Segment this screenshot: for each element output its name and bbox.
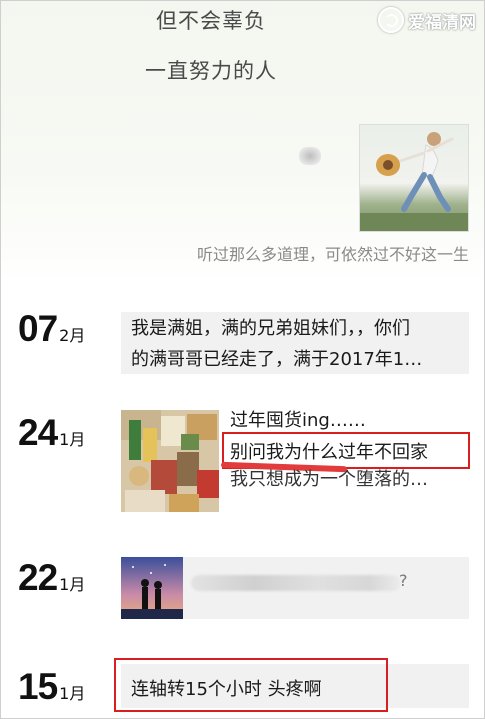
watermark-text: 爱福清网 <box>408 12 476 33</box>
cover-text-line-2: 一直努力的人 <box>145 59 277 83</box>
post-day: 24 <box>18 412 58 453</box>
post-text-bubble[interactable]: 我是满姐，满的兄弟姐妹们，，你们 的满哥哥已经走了，满于2017年1… <box>121 312 469 374</box>
post-month: 1月 <box>59 684 86 703</box>
blurred-username <box>299 147 321 165</box>
post-month: 1月 <box>59 575 86 594</box>
profile-cover: 但不会辜负 一直努力的人 爱福清网 听过那么多道理，可依然过不好这一生 <box>1 1 484 286</box>
post-day: 07 <box>18 308 58 349</box>
profile-signature: 听过那么多道理，可依然过不好这一生 <box>196 245 469 264</box>
post-text-line: 我是满姐，满的兄弟姐妹们，，你们 <box>131 318 410 339</box>
post-month: 2月 <box>59 326 86 345</box>
cover-text-line-1: 但不会辜负 <box>156 9 266 33</box>
site-logo-icon <box>378 7 404 33</box>
site-watermark: 爱福清网 <box>378 7 476 33</box>
profile-album-page: 但不会辜负 一直努力的人 爱福清网 听过那么多道理，可依然过不好这一生 07 2… <box>0 0 485 719</box>
post-month: 1月 <box>59 430 86 449</box>
post-date: 15 1月 <box>18 666 85 708</box>
post-day: 15 <box>18 666 58 707</box>
post-text-line: ? <box>399 571 408 590</box>
avatar[interactable] <box>359 124 469 232</box>
post-text-line: 的满哥哥已经走了，满于2017年1… <box>131 349 423 370</box>
post-photo-thumbnail[interactable] <box>121 410 219 512</box>
post-date: 24 1月 <box>18 412 85 454</box>
highlight-box <box>114 658 388 712</box>
post-date: 07 2月 <box>18 308 85 350</box>
post-date: 22 1月 <box>18 557 85 599</box>
post-day: 22 <box>18 557 58 598</box>
post-photo-thumbnail[interactable] <box>121 557 183 619</box>
post-text-line: 我只想成为一个堕落的… <box>230 469 428 490</box>
blurred-post-text <box>191 575 401 591</box>
